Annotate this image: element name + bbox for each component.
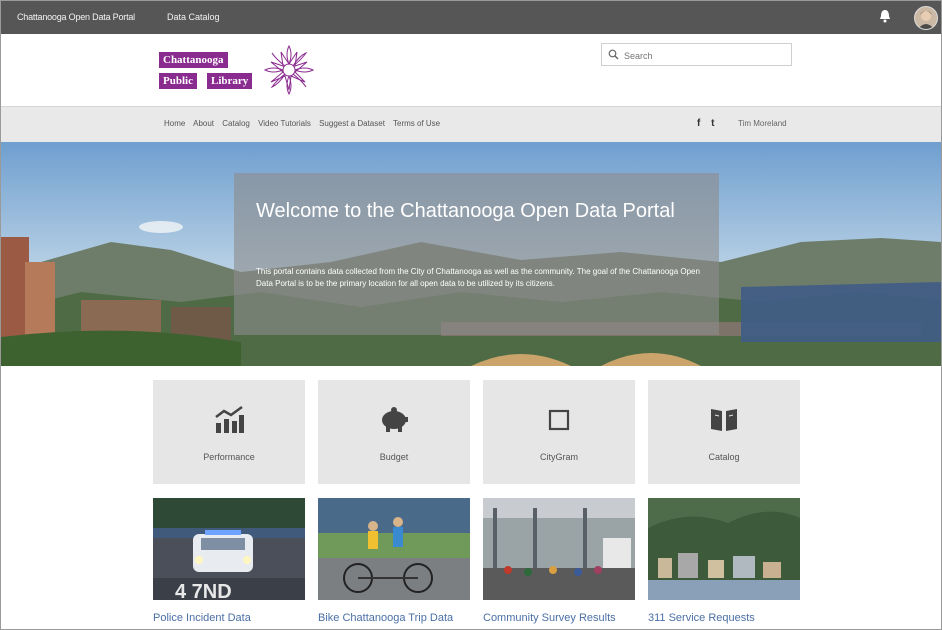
- bell-icon[interactable]: [879, 9, 891, 23]
- tile-performance[interactable]: Performance: [153, 380, 305, 484]
- browser-frame: Chattanooga Open Data Portal Data Catalo…: [0, 0, 942, 630]
- police-car-photo: 4 7ND: [153, 498, 305, 600]
- site-title-link[interactable]: Chattanooga Open Data Portal: [17, 12, 135, 22]
- bar-chart-icon: [215, 405, 244, 433]
- top-bar: Chattanooga Open Data Portal Data Catalo…: [1, 1, 941, 34]
- tile-label: CityGram: [540, 452, 578, 462]
- card-label-survey[interactable]: Community Survey Results: [483, 612, 616, 624]
- social-links: f t: [697, 118, 722, 129]
- nav-link-suggest-dataset[interactable]: Suggest a Dataset: [319, 119, 385, 128]
- logo-word-public: Public: [159, 73, 197, 89]
- logo-flower-icon: [263, 44, 315, 96]
- twitter-icon[interactable]: t: [711, 118, 714, 129]
- square-icon: [548, 409, 570, 431]
- card-police-incident-data[interactable]: 4 7ND: [153, 498, 305, 600]
- svg-text:4 7ND: 4 7ND: [175, 581, 232, 600]
- facebook-icon[interactable]: f: [697, 118, 700, 129]
- nav-link-video-tutorials[interactable]: Video Tutorials: [258, 119, 311, 128]
- nav-link-terms[interactable]: Terms of Use: [393, 119, 440, 128]
- city-aerial-photo: [648, 498, 800, 600]
- card-label-police[interactable]: Police Incident Data: [153, 612, 251, 624]
- card-label-311[interactable]: 311 Service Requests: [648, 612, 755, 624]
- tile-catalog[interactable]: Catalog: [648, 380, 800, 484]
- piggy-bank-icon: [382, 407, 408, 432]
- welcome-title: Welcome to the Chattanooga Open Data Por…: [256, 200, 675, 222]
- search-box[interactable]: [601, 43, 792, 66]
- card-community-survey[interactable]: [483, 498, 635, 600]
- search-icon: [608, 49, 619, 60]
- tile-label: Catalog: [708, 452, 740, 462]
- tile-label: Budget: [379, 452, 409, 462]
- welcome-overlay: Welcome to the Chattanooga Open Data Por…: [234, 173, 719, 335]
- welcome-text: This portal contains data collected from…: [256, 267, 700, 288]
- nav-link-home[interactable]: Home: [164, 119, 185, 128]
- card-311-service-requests[interactable]: [648, 498, 800, 600]
- tile-label: Performance: [203, 452, 255, 462]
- user-avatar[interactable]: [914, 6, 938, 30]
- tile-citygram[interactable]: CityGram: [483, 380, 635, 484]
- card-label-bike[interactable]: Bike Chattanooga Trip Data: [318, 612, 453, 624]
- avatar-image: [915, 7, 937, 29]
- card-bike-trip-data[interactable]: [318, 498, 470, 600]
- nav-link-catalog[interactable]: Catalog: [222, 119, 250, 128]
- hero-banner: Welcome to the Chattanooga Open Data Por…: [1, 142, 941, 366]
- market-crowd-photo: [483, 498, 635, 600]
- search-input[interactable]: [622, 46, 786, 65]
- logo-word-chattanooga: Chattanooga: [159, 52, 228, 68]
- tile-budget[interactable]: Budget: [318, 380, 470, 484]
- tandem-bike-photo: [318, 498, 470, 600]
- user-name-link[interactable]: Tim Moreland: [738, 119, 787, 128]
- main-nav: Home About Catalog Video Tutorials Sugge…: [1, 106, 941, 143]
- logo-word-library: Library: [207, 73, 253, 89]
- data-catalog-link[interactable]: Data Catalog: [167, 12, 220, 22]
- nav-link-about[interactable]: About: [193, 119, 214, 128]
- book-icon: [711, 409, 737, 431]
- nav-links: Home About Catalog Video Tutorials Sugge…: [164, 119, 446, 128]
